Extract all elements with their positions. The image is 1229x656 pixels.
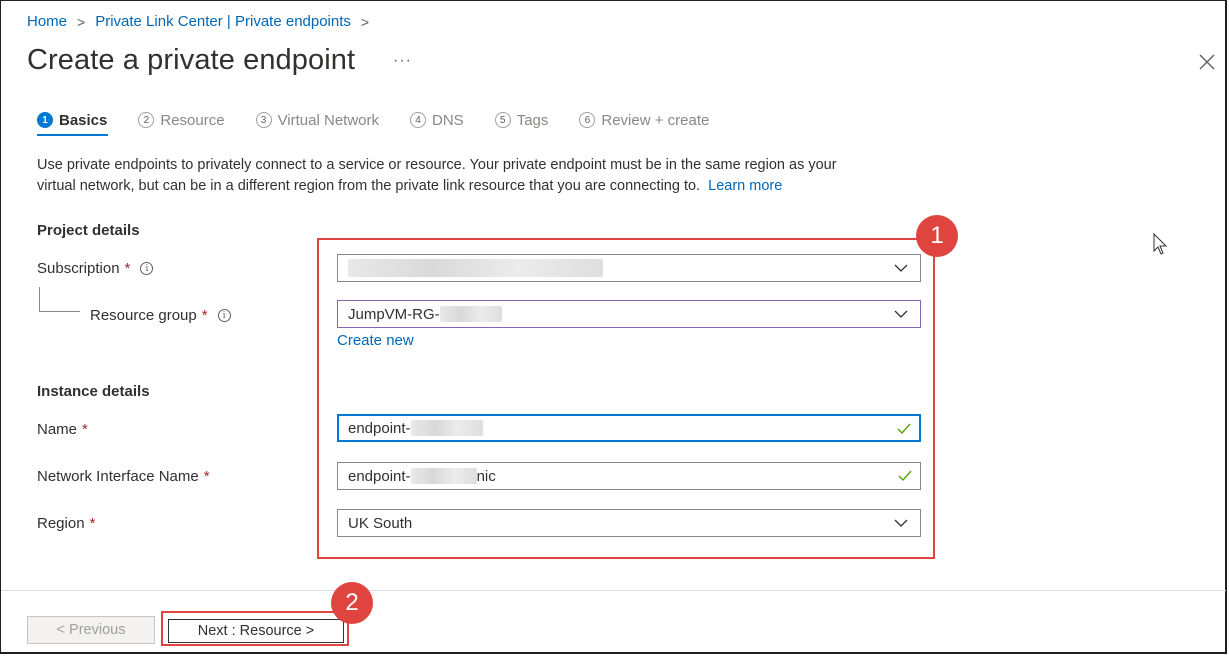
region-label-text: Region: [37, 515, 85, 532]
instance-details-heading: Instance details: [37, 383, 150, 400]
info-icon[interactable]: i: [140, 262, 154, 275]
annotation-highlight-form: [317, 238, 935, 559]
name-label: Name *: [37, 421, 88, 438]
breadcrumb-separator: >: [360, 13, 370, 30]
name-label-text: Name: [37, 421, 78, 438]
more-options-icon[interactable]: ···: [393, 52, 412, 70]
annotation-badge-1: 1: [916, 215, 958, 257]
tab-virtual-network[interactable]: 3 Virtual Network: [255, 108, 380, 132]
step-number-4: 4: [410, 112, 427, 128]
required-asterisk: *: [201, 307, 208, 324]
network-interface-name-label: Network Interface Name *: [37, 468, 210, 485]
tab-basics[interactable]: 1 Basics: [37, 108, 107, 132]
active-tab-indicator: [37, 134, 108, 136]
annotation-badge-2: 2: [331, 582, 373, 624]
tree-connector: [39, 287, 80, 312]
required-asterisk: *: [82, 421, 88, 438]
tab-dns[interactable]: 4 DNS: [410, 108, 464, 132]
step-number-6: 6: [579, 112, 596, 128]
subscription-label: Subscription * i: [37, 260, 154, 277]
description-line-1: Use private endpoints to privately conne…: [37, 157, 837, 173]
breadcrumb: Home > Private Link Center | Private end…: [27, 13, 369, 30]
breadcrumb-home-link[interactable]: Home: [27, 13, 67, 30]
nic-label-text: Network Interface Name: [37, 468, 199, 485]
region-label: Region *: [37, 515, 95, 532]
previous-button[interactable]: < Previous: [27, 616, 155, 644]
subscription-label-text: Subscription: [37, 260, 120, 277]
required-asterisk: *: [124, 260, 131, 277]
description: Use private endpoints to privately conne…: [37, 155, 937, 197]
project-details-heading: Project details: [37, 222, 140, 239]
tab-label: Tags: [516, 111, 549, 129]
description-line-2: virtual network, but can be in a differe…: [37, 178, 701, 194]
step-number-2: 2: [138, 112, 155, 128]
tab-label: Resource: [160, 111, 225, 129]
required-asterisk: *: [89, 515, 96, 532]
info-icon[interactable]: i: [217, 309, 231, 322]
tab-label: Basics: [59, 111, 108, 129]
annotation-highlight-next: [161, 611, 349, 646]
breadcrumb-separator: >: [77, 13, 86, 30]
mouse-cursor-icon: [1153, 233, 1168, 255]
step-number-1: 1: [37, 112, 53, 128]
breadcrumb-private-endpoints-link[interactable]: Private Link Center | Private endpoints: [95, 13, 351, 30]
tab-label: DNS: [432, 111, 464, 129]
tab-label: Review + create: [601, 111, 710, 129]
learn-more-link[interactable]: Learn more: [708, 178, 782, 194]
wizard-tabs: 1 Basics 2 Resource 3 Virtual Network 4 …: [37, 108, 740, 132]
tab-tags[interactable]: 5 Tags: [494, 108, 549, 132]
tab-review-create[interactable]: 6 Review + create: [579, 108, 709, 132]
tab-label: Virtual Network: [277, 111, 380, 129]
page-title: Create a private endpoint: [27, 44, 356, 76]
close-icon[interactable]: [1198, 53, 1216, 71]
step-number-5: 5: [494, 112, 511, 128]
required-asterisk: *: [203, 468, 210, 485]
resource-group-label-text: Resource group: [90, 307, 197, 324]
footer-divider: [1, 590, 1226, 591]
step-number-3: 3: [255, 112, 272, 128]
resource-group-label: Resource group * i: [90, 307, 231, 324]
tab-resource[interactable]: 2 Resource: [138, 108, 225, 132]
